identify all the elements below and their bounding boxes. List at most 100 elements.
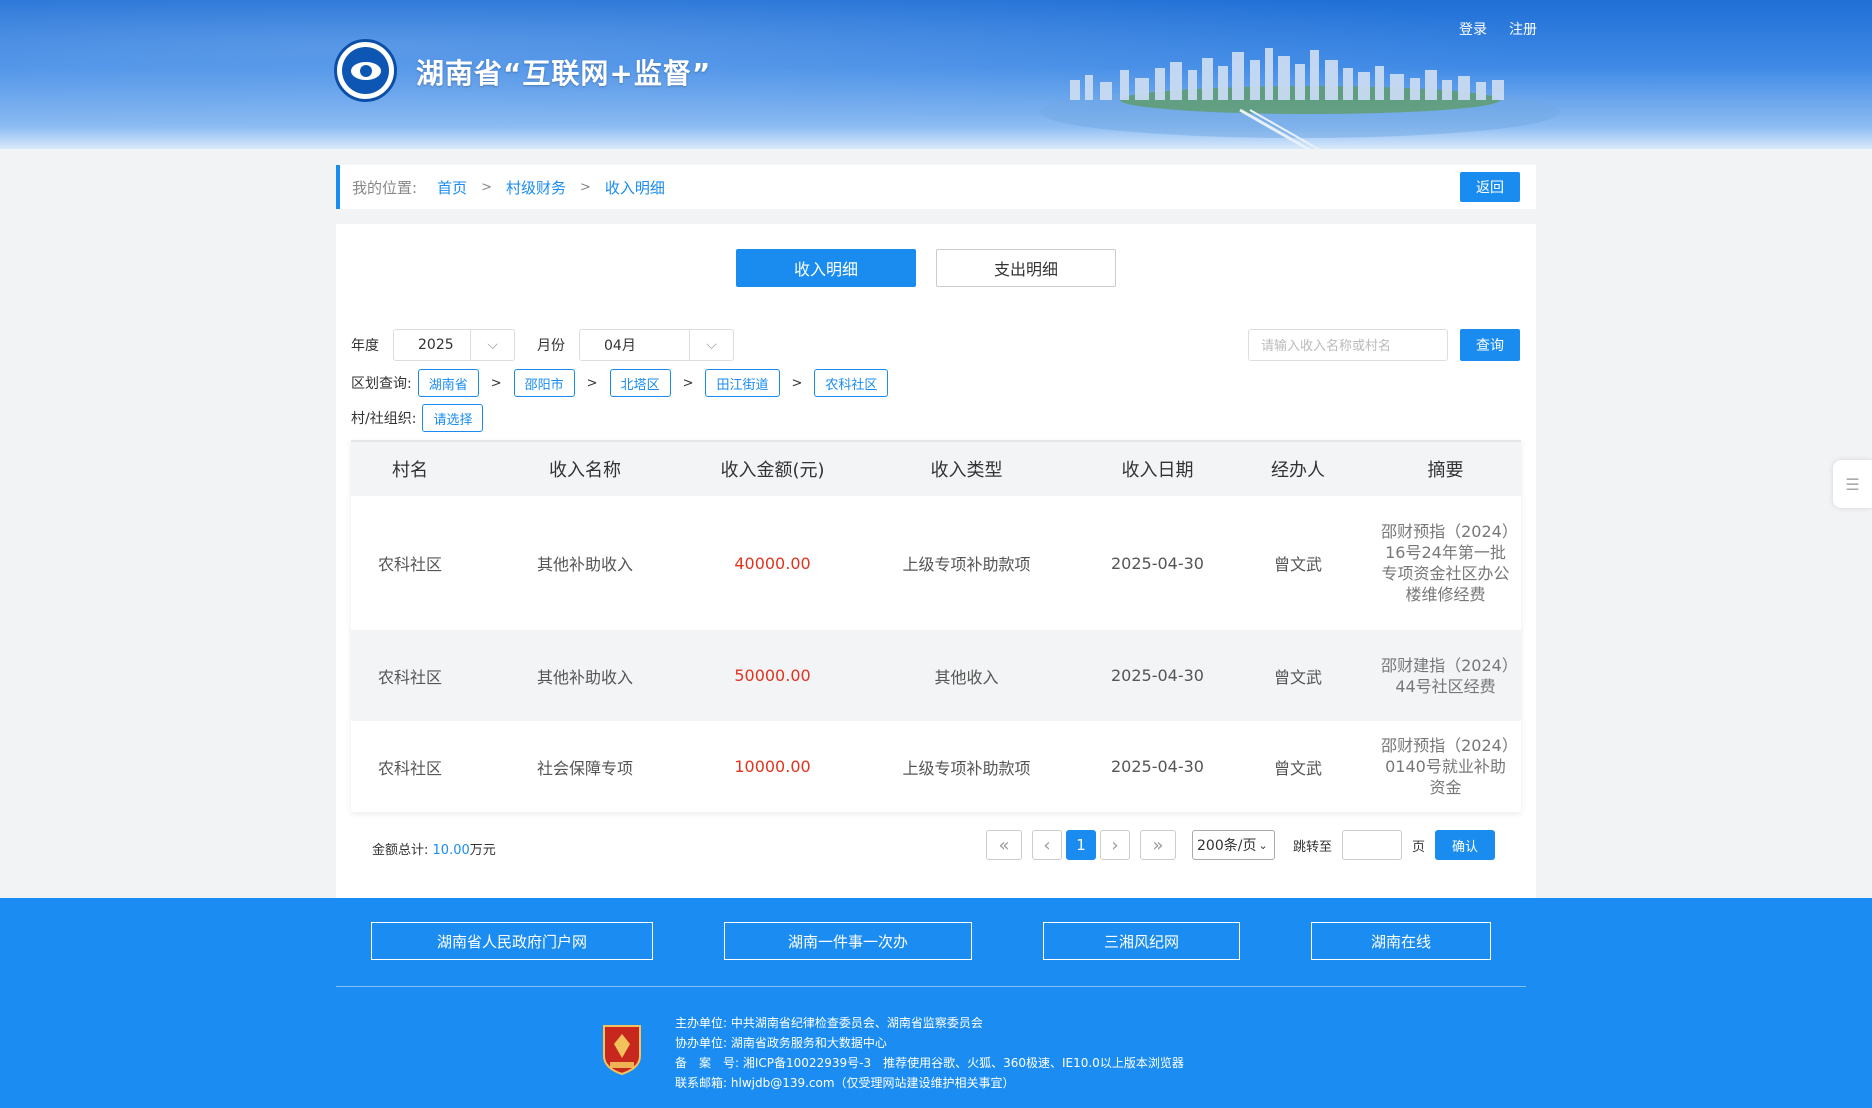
cell-amount: 40000.00 [734,553,811,573]
footer-link-gov-portal[interactable]: 湖南省人民政府门户网 [371,922,653,960]
site-header: 湖南省“互联网+监督” 登录 注册 [0,0,1872,149]
next-page-button[interactable]: › [1100,830,1130,860]
city-skyline-illustration [1040,48,1560,149]
region-separator: > [682,375,694,391]
cell-date: 2025-04-30 [1111,666,1204,685]
cell-date: 2025-04-30 [1111,757,1204,776]
footer-link-sanxiang[interactable]: 三湘风纪网 [1043,922,1240,960]
register-link[interactable]: 注册 [1509,19,1537,39]
current-page-button[interactable]: 1 [1066,830,1096,860]
breadcrumb-home[interactable]: 首页 [437,177,467,198]
page-footer: 湖南省人民政府门户网 湖南一件事一次办 三湘风纪网 湖南在线 主办单位: 中共湖… [0,898,1872,1108]
income-table: 村名 收入名称 收入金额(元) 收入类型 收入日期 经办人 摘要 农科社区 其他… [351,440,1521,812]
footer-link-hunan-online[interactable]: 湖南在线 [1311,922,1491,960]
region-separator: > [791,375,803,391]
goto-label: 跳转至 [1293,839,1333,855]
breadcrumb-separator: > [481,179,492,195]
cell-village: 农科社区 [377,555,442,574]
breadcrumb: 我的位置: 首页 > 村级财务 > 收入明细 返回 [336,165,1536,209]
search-input[interactable] [1248,329,1448,361]
co-value: 湖南省政务服务和大数据中心 [730,1036,887,1050]
date-filter-row: 年度 2025 ⌵ 月份 04月 ⌵ [351,329,734,361]
icp-value[interactable]: 湘ICP备10022939号-3 推荐使用谷歌、火狐、360极速、IE10.0以… [743,1056,1184,1070]
col-village: 村名 [392,460,428,481]
email-value[interactable]: hlwjdb@139.com（仅受理网站建设维护相关事宜） [731,1076,1015,1090]
back-button[interactable]: 返回 [1460,172,1520,202]
header-links: 登录 注册 [1459,19,1537,39]
region-chip-community[interactable]: 农科社区 [814,369,889,397]
page-size-value: 200条/页 [1197,838,1257,854]
month-select[interactable]: 04月 ⌵ [579,329,734,361]
org-label: 村/社组织: [351,411,417,427]
region-filter-row: 区划查询: 湖南省 > 邵阳市 > 北塔区 > 田江街道 > 农科社区 [351,369,889,397]
cell-income-type: 上级专项补助款项 [902,555,1031,574]
host-label: 主办单位: [675,1016,728,1030]
chevron-down-icon: ⌄ [1258,838,1268,852]
gov-org-badge[interactable] [600,1022,644,1076]
table-row: 农科社区 其他补助收入 40000.00 上级专项补助款项 2025-04-30… [351,496,1521,630]
pagination: « ‹ 1 › » 200条/页 ⌄ 跳转至 页 确认 [986,830,1496,860]
col-summary: 摘要 [1427,460,1464,481]
cell-handler: 曾文武 [1273,667,1322,687]
col-income-name: 收入名称 [549,460,621,481]
table-header: 村名 收入名称 收入金额(元) 收入类型 收入日期 经办人 摘要 [351,440,1521,496]
table-row: 农科社区 社会保障专项 10000.00 上级专项补助款项 2025-04-30… [351,721,1521,812]
email-label: 联系邮箱: [675,1076,728,1090]
total-label: 金额总计: [372,843,429,858]
cell-summary: 邵财预指（2024）0140号就业补助资金 [1381,736,1510,797]
cell-income-type: 其他收入 [934,667,999,687]
tab-expense-detail[interactable]: 支出明细 [936,249,1116,287]
region-chip-city[interactable]: 邵阳市 [513,369,575,397]
host-value: 中共湖南省纪律检查委员会、湖南省监察委员会 [730,1016,983,1030]
total-unit: 万元 [469,843,496,858]
query-button[interactable]: 查询 [1460,329,1520,361]
login-link[interactable]: 登录 [1459,19,1487,39]
footer-info: 主办单位: 中共湖南省纪律检查委员会、湖南省监察委员会 协办单位: 湖南省政务服… [675,1013,1184,1093]
cell-amount: 10000.00 [734,757,811,776]
cell-handler: 曾文武 [1273,555,1322,574]
year-select[interactable]: 2025 ⌵ [393,329,515,361]
table-row: 农科社区 其他补助收入 50000.00 其他收入 2025-04-30 曾文武… [351,630,1521,721]
confirm-page-button[interactable]: 确认 [1435,830,1496,860]
breadcrumb-separator: > [580,179,591,195]
col-date: 收入日期 [1121,460,1194,481]
cell-village: 农科社区 [377,667,442,687]
cell-income-type: 上级专项补助款项 [902,758,1031,778]
cell-amount: 50000.00 [734,666,811,685]
year-label: 年度 [351,338,379,354]
breadcrumb-label: 我的位置: [352,178,418,197]
region-chip-street[interactable]: 田江街道 [705,369,780,397]
breadcrumb-village-finance[interactable]: 村级财务 [506,177,566,198]
page-unit-label: 页 [1412,839,1426,855]
col-income-type: 收入类型 [930,460,1003,481]
cell-income-name: 社会保障专项 [536,758,633,778]
prev-page-button[interactable]: ‹ [1032,830,1062,860]
footer-link-one-thing[interactable]: 湖南一件事一次办 [724,922,972,960]
page-size-select[interactable]: 200条/页 ⌄ [1192,830,1275,860]
goto-page-input[interactable] [1342,830,1403,860]
org-select-chip[interactable]: 请选择 [422,404,484,432]
side-float-menu[interactable]: ☰ [1833,460,1872,508]
breadcrumb-income-detail[interactable]: 收入明细 [605,177,665,198]
chevron-down-icon: ⌵ [689,330,733,360]
col-amount: 收入金额(元) [720,460,825,481]
site-title: 湖南省“互联网+监督” [416,57,712,90]
co-label: 协办单位: [675,1036,728,1050]
first-page-button[interactable]: « [986,830,1022,860]
month-value: 04月 [604,338,636,354]
cell-date: 2025-04-30 [1111,553,1204,573]
month-label: 月份 [537,338,565,354]
site-logo[interactable] [334,39,397,102]
last-page-button[interactable]: » [1140,830,1176,860]
icp-label: 备 案 号: [675,1056,740,1070]
tab-income-detail[interactable]: 收入明细 [736,249,916,287]
cell-summary: 邵财预指（2024）16号24年第一批专项资金社区办公楼维修经费 [1381,522,1510,604]
region-chip-district[interactable]: 北塔区 [609,369,671,397]
region-chip-province[interactable]: 湖南省 [417,369,479,397]
detail-tabs: 收入明细 支出明细 [736,249,1116,287]
region-label: 区划查询: [351,376,412,392]
cell-handler: 曾文武 [1273,758,1322,778]
cell-income-name: 其他补助收入 [536,555,633,574]
footer-divider [336,986,1526,987]
eye-icon [350,61,381,80]
